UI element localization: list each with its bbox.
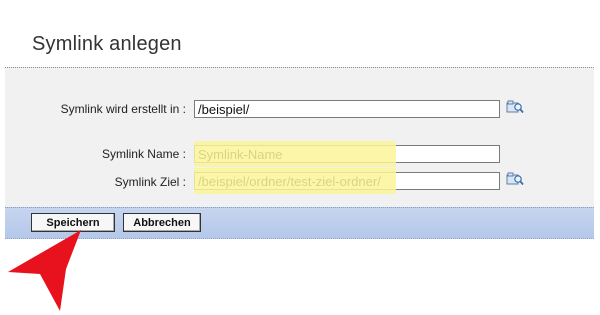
location-field[interactable] (194, 100, 500, 118)
target-label: Symlink Ziel : (114, 175, 186, 189)
folder-browse-icon[interactable] (506, 172, 524, 186)
save-button[interactable]: Speichern (31, 213, 115, 232)
page-title: Symlink anlegen (32, 33, 182, 55)
name-label: Symlink Name : (101, 147, 186, 161)
location-label: Symlink wird erstellt in : (60, 102, 186, 116)
name-field[interactable] (194, 145, 500, 163)
folder-browse-icon[interactable] (506, 100, 524, 114)
cancel-button[interactable]: Abbrechen (123, 213, 201, 232)
target-field[interactable] (194, 172, 500, 190)
